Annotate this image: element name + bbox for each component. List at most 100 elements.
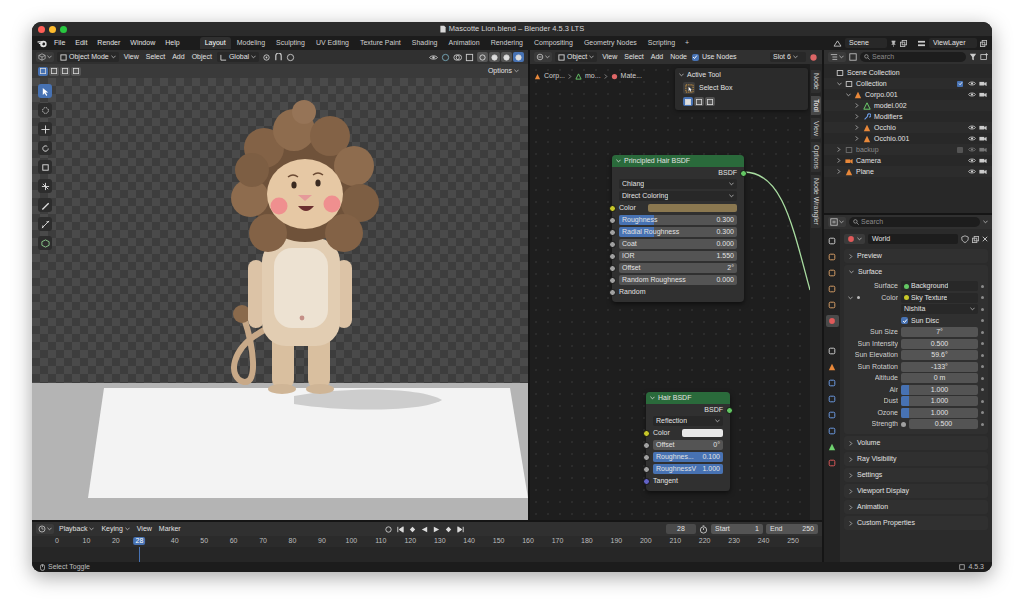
keyframe-decorator[interactable] (981, 296, 984, 299)
keyframe-decorator[interactable] (981, 354, 984, 357)
properties-tab[interactable] (826, 441, 839, 453)
property-field[interactable]: -133° (901, 362, 978, 372)
keyframe-decorator[interactable] (981, 319, 984, 322)
node-field[interactable]: Offset2° (619, 263, 737, 273)
panel-header[interactable]: Custom Properties (844, 516, 988, 530)
input-socket[interactable] (643, 442, 650, 449)
options-dropdown[interactable]: Options (485, 66, 522, 76)
panel-header[interactable]: Settings (844, 468, 988, 482)
chevron-right-icon[interactable] (837, 147, 841, 152)
search-input[interactable] (861, 218, 976, 226)
copy-icon[interactable] (900, 40, 907, 47)
chevron-right-icon[interactable] (837, 158, 841, 163)
workspace-tab[interactable]: Shading (407, 37, 443, 49)
outliner-item[interactable]: Occhio.001 (824, 133, 992, 144)
header-menu[interactable]: Select (622, 53, 645, 61)
keyframe-decorator[interactable] (981, 388, 984, 391)
play-reverse-icon[interactable] (420, 525, 429, 534)
input-socket[interactable] (609, 241, 616, 248)
snap-icon[interactable] (274, 53, 283, 62)
tool-button[interactable] (38, 217, 52, 231)
header-menu[interactable]: View (600, 53, 619, 61)
workspace-tab[interactable]: UV Editing (311, 37, 354, 49)
current-frame-field[interactable]: 28 (666, 524, 696, 534)
view-layer-field[interactable]: ViewLayer (929, 38, 977, 48)
chevron-right-icon[interactable] (855, 114, 859, 119)
property-field[interactable]: 1.000 (901, 408, 978, 418)
chevron-right-icon[interactable] (855, 103, 859, 108)
eye-icon[interactable] (968, 157, 976, 164)
menu-item[interactable]: Window (126, 39, 159, 47)
workspace-tab[interactable]: Animation (444, 37, 485, 49)
timeline-menu[interactable]: Playback (57, 525, 96, 533)
camera-icon[interactable] (979, 124, 987, 131)
play-icon[interactable] (432, 525, 441, 534)
input-socket[interactable] (609, 289, 616, 296)
editor-type-button[interactable] (828, 217, 846, 227)
camera-icon[interactable] (979, 91, 987, 98)
keyframe-decorator[interactable] (981, 365, 984, 368)
next-keyframe-icon[interactable] (444, 525, 453, 534)
pin-icon[interactable] (890, 40, 897, 47)
viewport-canvas[interactable] (32, 78, 528, 520)
tool-button[interactable] (38, 122, 52, 136)
input-socket[interactable] (609, 229, 616, 236)
shader-node[interactable]: Hair BSDFBSDFReflectionColorOffset0°Roug… (646, 392, 730, 491)
frame-ruler[interactable]: 0102028405060708090100110120130140150160… (32, 536, 822, 547)
shader-node[interactable]: Principled Hair BSDFBSDFChiangDirect Col… (612, 155, 744, 302)
shading-mode-button[interactable] (501, 52, 512, 62)
display-mode-icon[interactable] (849, 53, 857, 61)
input-socket[interactable] (643, 454, 650, 461)
property-field[interactable]: 0.500 (901, 339, 978, 349)
options-icon[interactable] (983, 220, 988, 224)
properties-tab[interactable] (826, 283, 839, 295)
sidebar-tab[interactable]: Tool (811, 96, 821, 115)
editor-type-button[interactable] (828, 52, 846, 62)
world-name-field[interactable]: World (868, 234, 958, 244)
select-mode-button[interactable] (38, 67, 48, 76)
view-layer-icon[interactable] (917, 40, 926, 47)
shader-type-dropdown[interactable]: Object (555, 52, 597, 62)
property-field[interactable]: 1.000 (901, 396, 978, 406)
sidebar-tab[interactable]: View (811, 118, 821, 139)
stopwatch-icon[interactable] (699, 525, 708, 534)
header-menu[interactable]: Select (144, 53, 167, 61)
panel-header[interactable]: Volume (844, 436, 988, 450)
menu-item[interactable]: Render (93, 39, 124, 47)
camera-icon[interactable] (979, 146, 987, 153)
workspace-tab[interactable]: Geometry Nodes (579, 37, 642, 49)
properties-tab[interactable] (826, 315, 839, 327)
gizmo-icon[interactable] (441, 53, 450, 62)
node-link-field[interactable]: Sky Texture (901, 293, 978, 303)
keyframe-decorator[interactable] (981, 285, 984, 288)
tool-button[interactable] (38, 160, 52, 174)
eye-icon[interactable] (968, 91, 976, 98)
node-field[interactable]: IOR1.550 (619, 251, 737, 261)
eye-icon[interactable] (968, 135, 976, 142)
properties-tab[interactable] (826, 267, 839, 279)
properties-tab[interactable] (826, 393, 839, 405)
timeline-menu[interactable]: View (135, 525, 154, 533)
node-dropdown[interactable]: Direct Coloring (619, 191, 737, 201)
color-swatch[interactable] (648, 204, 737, 212)
outliner-item[interactable]: Camera (824, 155, 992, 166)
timeline-track[interactable] (32, 547, 822, 562)
world-browse-button[interactable] (844, 234, 865, 244)
properties-tab[interactable] (826, 235, 839, 247)
orientation-dropdown[interactable]: Global (217, 52, 259, 62)
panel-header[interactable]: Active Tool (679, 70, 804, 79)
input-socket[interactable] (609, 205, 616, 212)
exclude-checkbox[interactable] (957, 81, 963, 87)
search-input[interactable] (872, 53, 962, 61)
record-icon[interactable] (384, 525, 393, 534)
node-field[interactable]: Coat0.000 (619, 239, 737, 249)
input-socket[interactable] (609, 217, 616, 224)
minimize-button[interactable] (49, 26, 56, 33)
eye-icon[interactable] (968, 146, 976, 153)
editor-type-button[interactable] (36, 52, 54, 62)
property-checkbox[interactable]: Sun Disc (901, 317, 978, 325)
end-frame-field[interactable]: End250 (766, 524, 818, 534)
checkbox[interactable] (901, 317, 908, 324)
outliner-item[interactable]: backup (824, 144, 992, 155)
breadcrumb-item[interactable]: mo... (585, 72, 601, 80)
